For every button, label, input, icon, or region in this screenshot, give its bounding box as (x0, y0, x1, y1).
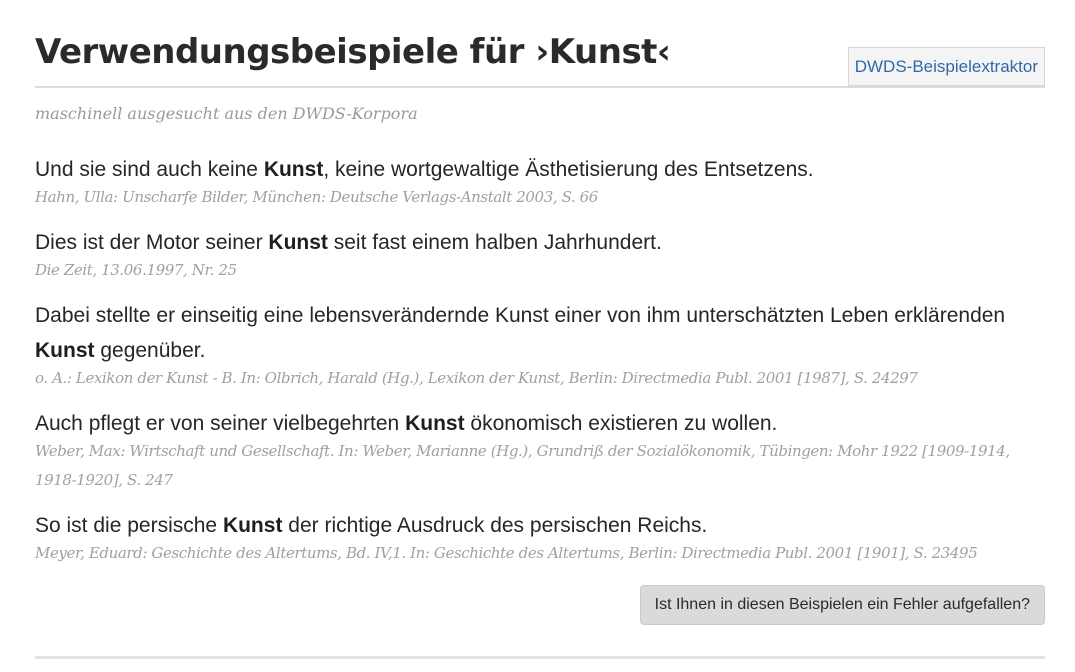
example-item: Dies ist der Motor seiner Kunst seit fas… (35, 225, 1045, 285)
keyword: Kunst (405, 412, 465, 435)
page-title: Verwendungsbeispiele für ›Kunst‹ (35, 32, 671, 72)
examples-panel: Verwendungsbeispiele für ›Kunst‹ DWDS-Be… (0, 0, 1075, 672)
sentence-before: So ist die persische (35, 514, 223, 537)
example-sentence: So ist die persische Kunst der richtige … (35, 508, 1045, 543)
example-sentence: Dabei stellte er einseitig eine lebensve… (35, 298, 1045, 368)
example-source: Weber, Max: Wirtschaft und Gesellschaft.… (35, 442, 1010, 489)
sentence-after: der richtige Ausdruck des persischen Rei… (282, 514, 708, 537)
subtitle: maschinell ausgesucht aus den DWDS-Korpo… (35, 104, 418, 123)
example-source: Hahn, Ulla: Unscharfe Bilder, München: D… (35, 188, 598, 206)
divider (35, 656, 1045, 659)
sentence-before: Dies ist der Motor seiner (35, 231, 269, 254)
example-item: So ist die persische Kunst der richtige … (35, 508, 1045, 568)
example-sentence: Dies ist der Motor seiner Kunst seit fas… (35, 225, 1045, 260)
extractor-link[interactable]: DWDS-Beispielextraktor (847, 47, 1045, 86)
sentence-after: gegenüber. (94, 339, 206, 362)
example-source: Die Zeit, 13.06.1997, Nr. 25 (35, 261, 237, 279)
example-list: Und sie sind auch keine Kunst, keine wor… (35, 152, 1045, 581)
example-source: Meyer, Eduard: Geschichte des Altertums,… (35, 544, 978, 562)
sentence-before: Auch pflegt er von seiner vielbegehrten (35, 412, 406, 435)
sentence-after: ökonomisch existieren zu wollen. (464, 412, 778, 435)
sentence-after: seit fast einem halben Jahrhundert. (327, 231, 662, 254)
keyword: Kunst (268, 231, 328, 254)
example-sentence: Auch pflegt er von seiner vielbegehrten … (35, 406, 1045, 441)
sentence-before: Dabei stellte er einseitig eine lebensve… (35, 304, 1006, 327)
sentence-before: Und sie sind auch keine (35, 158, 264, 181)
example-sentence: Und sie sind auch keine Kunst, keine wor… (35, 152, 1045, 187)
keyword: Kunst (263, 158, 324, 181)
keyword: Kunst (222, 514, 283, 537)
example-source: o. A.: Lexikon der Kunst - B. In: Olbric… (35, 369, 918, 387)
example-item: Auch pflegt er von seiner vielbegehrten … (35, 406, 1045, 495)
report-error-button[interactable]: Ist Ihnen in diesen Beispielen ein Fehle… (639, 585, 1045, 625)
header: Verwendungsbeispiele für ›Kunst‹ DWDS-Be… (35, 30, 1045, 88)
sentence-after: , keine wortgewaltige Ästhetisierung des… (323, 158, 814, 181)
example-item: Dabei stellte er einseitig eine lebensve… (35, 298, 1045, 393)
example-item: Und sie sind auch keine Kunst, keine wor… (35, 152, 1045, 212)
keyword: Kunst (35, 339, 95, 362)
